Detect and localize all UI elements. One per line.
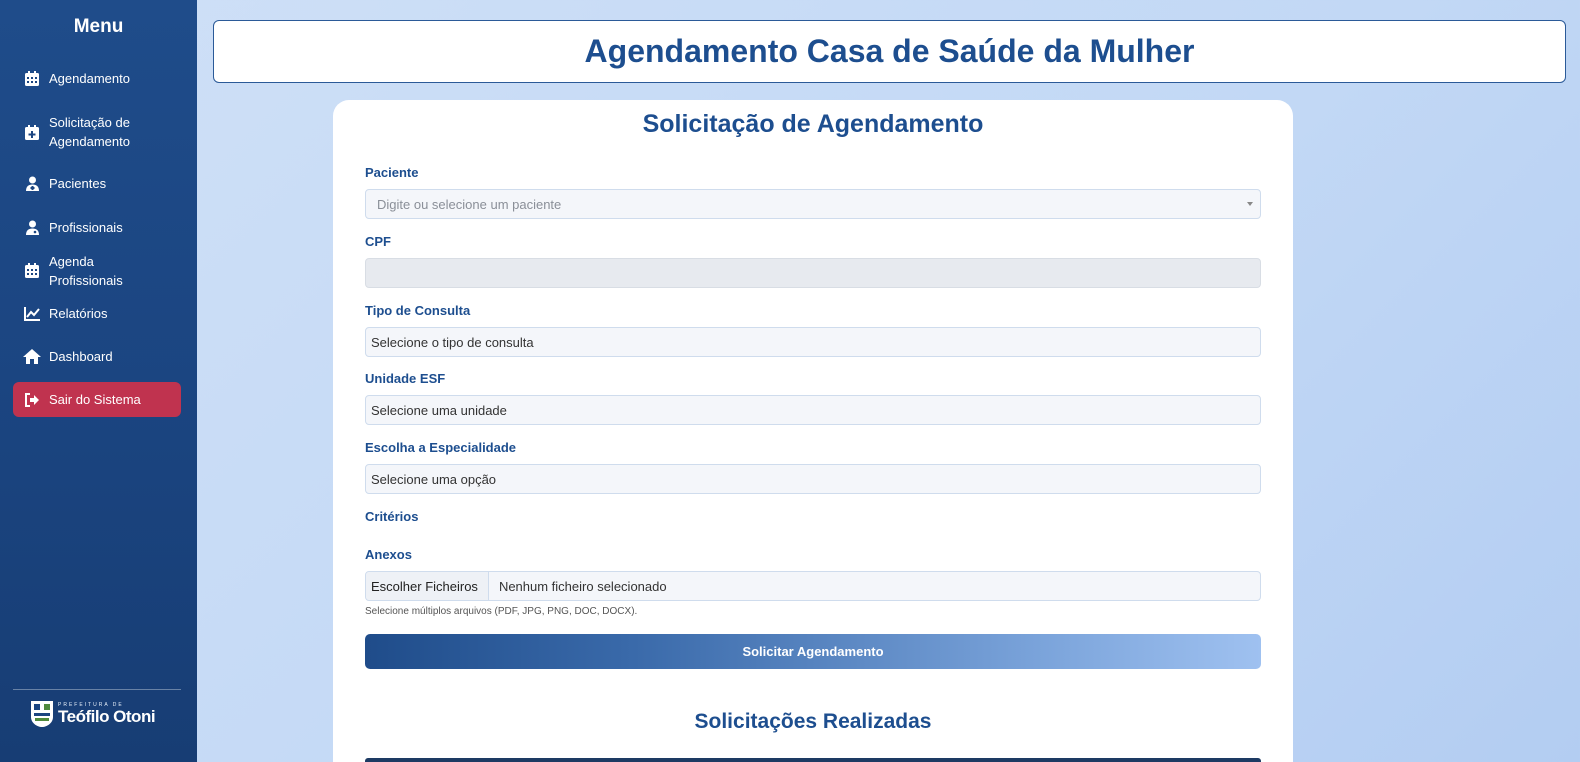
logo-big-text: Teófilo Otoni (58, 707, 156, 726)
sidebar-item-agendamento[interactable]: Agendamento (13, 69, 181, 88)
calendar-icon (23, 71, 41, 87)
user-medical-icon (23, 176, 41, 192)
paciente-label: Paciente (365, 165, 419, 180)
home-icon (23, 349, 41, 365)
calendar-icon (23, 263, 41, 279)
sidebar-item-label: Dashboard (49, 349, 113, 364)
sign-out-icon (23, 392, 41, 408)
sidebar-item-label: Pacientes (49, 176, 107, 191)
tipo-consulta-select[interactable]: Selecione o tipo de consulta (365, 327, 1261, 357)
especialidade-select[interactable]: Selecione uma opção (365, 464, 1261, 494)
teofilo-otoni-logo: PREFEITURA DE Teófilo Otoni (30, 700, 156, 728)
paciente-select[interactable]: Digite ou selecione um paciente (365, 189, 1261, 219)
choose-files-button[interactable]: Escolher Ficheiros (366, 572, 489, 600)
unidade-select[interactable]: Selecione uma unidade (365, 395, 1261, 425)
sidebar-item-label: Solicitação de Agendamento (49, 115, 130, 149)
cpf-field (365, 258, 1261, 288)
sidebar-title: Menu (73, 16, 124, 37)
anexos-label: Anexos (365, 547, 412, 562)
user-doctor-icon (23, 220, 41, 236)
file-status: Nenhum ficheiro selecionado (498, 578, 667, 594)
sidebar-item-agenda-profissionais[interactable]: Agenda Profissionais (13, 254, 181, 288)
sidebar-item-pacientes[interactable]: Pacientes (13, 174, 181, 193)
paciente-placeholder: Digite ou selecione um paciente (377, 196, 562, 212)
submit-button[interactable]: Solicitar Agendamento (365, 634, 1261, 669)
requests-title: Solicitações Realizadas (694, 710, 932, 733)
especialidade-label: Escolha a Especialidade (365, 440, 517, 455)
logout-button[interactable]: Sair do Sistema (13, 382, 181, 417)
sidebar-item-label: Agendamento (49, 71, 130, 86)
sidebar-item-relatorios[interactable]: Relatórios (13, 304, 181, 323)
sidebar-item-solicitacao[interactable]: Solicitação de Agendamento (13, 113, 181, 151)
sidebar-divider (13, 689, 181, 690)
sidebar-item-label: Profissionais (49, 220, 123, 235)
sidebar: Menu Agendamento Solicitação de Agendame… (0, 0, 197, 762)
anexos-help-text: Selecione múltiplos arquivos (PDF, JPG, … (365, 606, 638, 617)
sidebar-item-label: Sair do Sistema (49, 392, 141, 407)
cpf-label: CPF (365, 234, 391, 249)
criterios-label: Critérios (365, 509, 419, 524)
sidebar-item-label: Relatórios (49, 306, 108, 321)
city-crest-icon (31, 701, 53, 727)
anexos-file-input[interactable]: Escolher Ficheiros Nenhum ficheiro selec… (365, 571, 1261, 601)
tipo-consulta-label: Tipo de Consulta (365, 303, 471, 318)
sidebar-item-dashboard[interactable]: Dashboard (13, 347, 181, 366)
form-title: Solicitação de Agendamento (642, 110, 984, 138)
requests-table-top (365, 758, 1261, 762)
sidebar-item-profissionais[interactable]: Profissionais (13, 218, 181, 237)
sidebar-item-label: Agenda Profissionais (49, 253, 123, 288)
chart-line-icon (23, 306, 41, 322)
chevron-down-icon (1247, 202, 1253, 206)
unidade-label: Unidade ESF (365, 371, 446, 386)
calendar-plus-icon (23, 124, 41, 140)
page-header: Agendamento Casa de Saúde da Mulher (213, 20, 1566, 83)
page-title: Agendamento Casa de Saúde da Mulher (584, 33, 1195, 69)
